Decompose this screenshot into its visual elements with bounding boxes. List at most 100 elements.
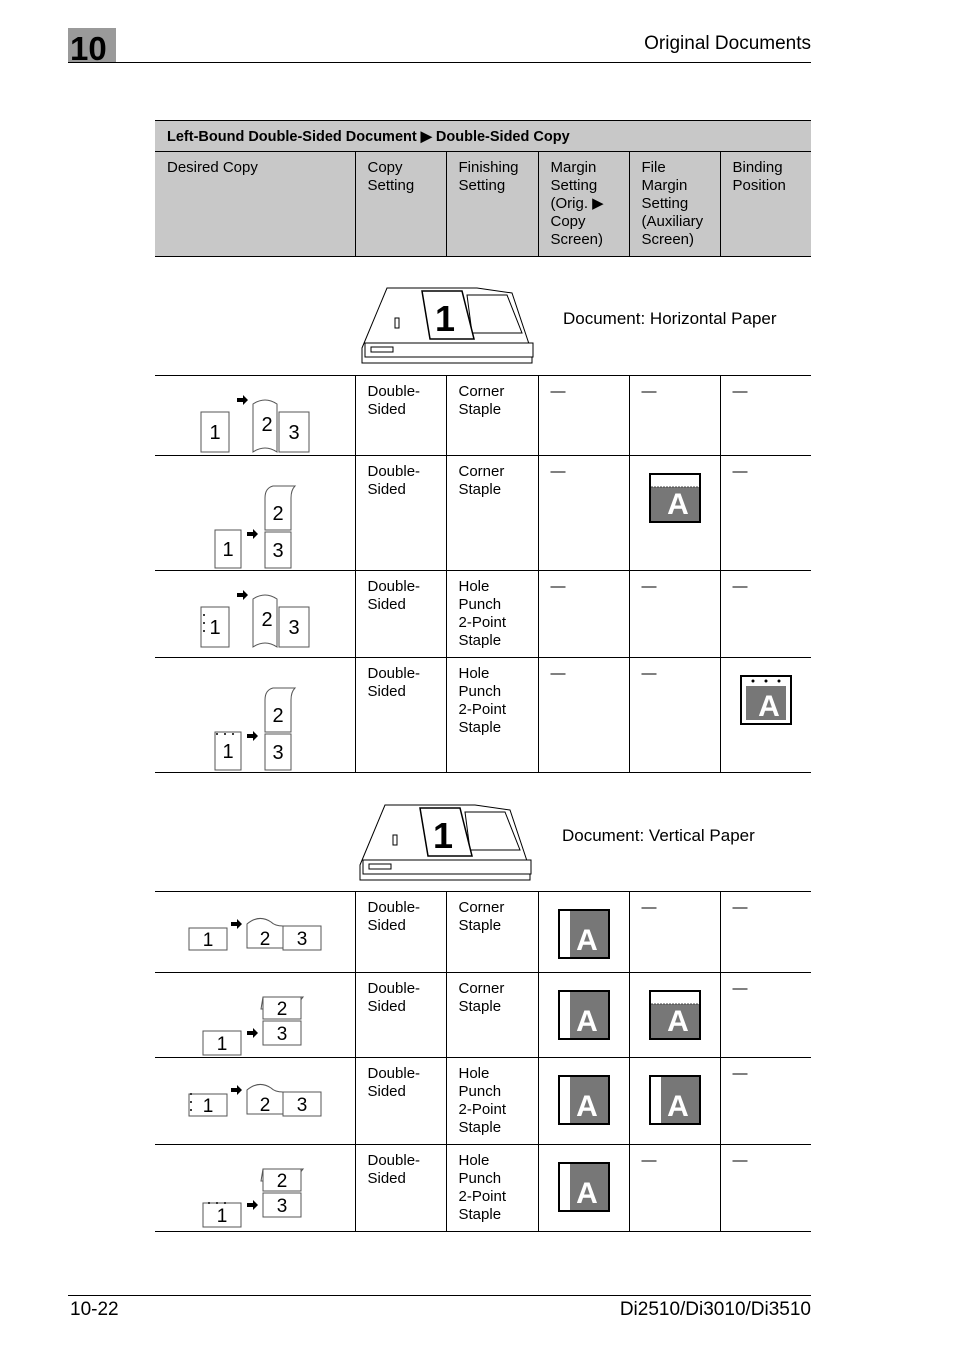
svg-text:2: 2 (272, 503, 283, 525)
model-name: Di2510/Di3010/Di3510 (619, 1299, 811, 1320)
header-rule (68, 62, 811, 63)
svg-text:1: 1 (433, 815, 453, 856)
svg-text:A: A (576, 924, 598, 957)
svg-text:3: 3 (277, 1196, 288, 1217)
svg-text:2: 2 (272, 705, 283, 727)
finishing-setting-cell: Hole Punch 2-Point Staple (445, 1144, 538, 1232)
svg-text:3: 3 (272, 742, 283, 764)
left-margin-icon: A (557, 909, 610, 959)
table-row: 1 2 3 Double-Sided Corner Staple — A — (155, 455, 812, 571)
binding-cell: — (719, 1057, 812, 1145)
finishing-setting-cell: Hole Punch 2-Point Staple (445, 1057, 538, 1145)
svg-text:1: 1 (203, 1096, 214, 1117)
margin-cell: — (537, 455, 629, 571)
desired-copy-diagram: 1 2 3 (155, 972, 355, 1058)
table-caption: Left-Bound Double-Sided Document ▶ Doubl… (155, 120, 812, 152)
table-row: 1 2 3 Double-Sided Hole Punch 2-Point Staple… (155, 570, 812, 658)
svg-text:2: 2 (260, 1095, 271, 1116)
margin-cell: — (537, 657, 629, 773)
table-row: 1 2 3 Double-Sided Hole Punch 2-Point Staple… (155, 657, 812, 773)
margin-cell: — (537, 375, 629, 456)
file_margin-cell: — (628, 375, 720, 456)
column-header: Copy Setting (354, 151, 446, 257)
svg-text:1: 1 (209, 422, 220, 444)
document-feeder-icon: 1 (359, 804, 532, 881)
table-row: 1 2 3 Double-Sided Corner Staple A — — (155, 891, 812, 973)
svg-text:1: 1 (217, 1206, 228, 1227)
margin-cell: — (537, 570, 629, 658)
table-row: 1 2 3 Double-Sided Corner Staple — — — (155, 375, 812, 456)
finishing-setting-cell: Corner Staple (445, 972, 538, 1058)
svg-text:2: 2 (261, 609, 272, 631)
copy-setting-cell: Double-Sided (354, 455, 446, 571)
svg-text:1: 1 (435, 298, 455, 339)
document-orientation-label: Document: Vertical Paper (562, 826, 755, 845)
svg-text:2: 2 (277, 999, 288, 1020)
svg-text:A: A (758, 690, 780, 723)
left-margin-icon: A (557, 1162, 610, 1212)
copy-setting-cell: Double-Sided (354, 1057, 446, 1145)
desired-copy-diagram: 1 2 3 (155, 891, 355, 973)
binding-cell: — (719, 972, 812, 1058)
svg-text:A: A (667, 488, 689, 521)
svg-text:3: 3 (297, 929, 308, 950)
column-header: File Margin Setting (Auxiliary Screen) (628, 151, 720, 257)
file_margin-cell: — (628, 1144, 720, 1232)
binding-cell: — (719, 891, 812, 973)
svg-text:A: A (576, 1177, 598, 1210)
desired-copy-diagram: 123 (155, 1144, 355, 1232)
page-number: 10-22 (70, 1299, 119, 1320)
desired-copy-diagram: 1 23 (155, 375, 355, 456)
svg-text:2: 2 (260, 929, 271, 950)
file_margin-cell: — (628, 657, 720, 773)
left-margin-icon: A (557, 990, 610, 1040)
svg-text:1: 1 (222, 539, 233, 561)
desired-copy-diagram: 1 23 (155, 570, 355, 658)
svg-text:3: 3 (288, 617, 299, 639)
file_margin-cell: — (628, 891, 720, 973)
file_margin-cell: — (628, 570, 720, 658)
svg-text:A: A (667, 1005, 689, 1038)
copy-setting-cell: Double-Sided (354, 891, 446, 973)
svg-text:A: A (576, 1005, 598, 1038)
document-feeder-icon: 1 (361, 287, 534, 364)
svg-text:A: A (576, 1090, 598, 1123)
header-title: Original Documents (644, 33, 811, 54)
svg-text:1: 1 (217, 1034, 228, 1055)
svg-text:1: 1 (209, 617, 220, 639)
svg-text:3: 3 (277, 1024, 288, 1045)
top-binding-icon: A (739, 675, 792, 725)
table-row: 1 2 3 Double-Sided Hole Punch 2-Point Staple… (155, 1144, 812, 1232)
column-header: Desired Copy (155, 151, 355, 257)
svg-text:2: 2 (261, 414, 272, 436)
table-row: 1 2 3 Double-Sided Hole Punch 2-Point Staple… (155, 1057, 812, 1145)
column-header: Binding Position (719, 151, 812, 257)
copy-setting-cell: Double-Sided (354, 375, 446, 456)
column-header: Margin Setting (Orig. ▶ Copy Screen) (537, 151, 629, 257)
table-row: 1 2 3 Double-Sided Corner Staple A A — (155, 972, 812, 1058)
chapter-tab: 10 (68, 28, 116, 67)
column-header: Finishing Setting (445, 151, 538, 257)
left-margin-icon: A (557, 1075, 610, 1125)
document-orientation-label: Document: Horizontal Paper (563, 309, 777, 328)
finishing-setting-cell: Corner Staple (445, 375, 538, 456)
copy-setting-cell: Double-Sided (354, 1144, 446, 1232)
binding-cell: — (719, 570, 812, 658)
svg-text:1: 1 (203, 930, 214, 951)
svg-text:3: 3 (297, 1095, 308, 1116)
finishing-setting-cell: Corner Staple (445, 891, 538, 973)
finishing-setting-cell: Corner Staple (445, 455, 538, 571)
copy-setting-cell: Double-Sided (354, 657, 446, 773)
svg-text:3: 3 (288, 422, 299, 444)
desired-copy-diagram: 123 (155, 657, 355, 773)
svg-text:A: A (667, 1090, 689, 1123)
binding-cell: — (719, 455, 812, 571)
page: { "header":{"chapter":"10","title":"Orig… (0, 0, 954, 1352)
copy-setting-cell: Double-Sided (354, 972, 446, 1058)
svg-text:3: 3 (272, 540, 283, 562)
desired-copy-diagram: 1 2 3 (155, 455, 355, 571)
binding-cell: — (719, 375, 812, 456)
left-margin-icon: A (648, 1075, 701, 1125)
top-margin-icon: A (648, 990, 701, 1040)
finishing-setting-cell: Hole Punch 2-Point Staple (445, 570, 538, 658)
